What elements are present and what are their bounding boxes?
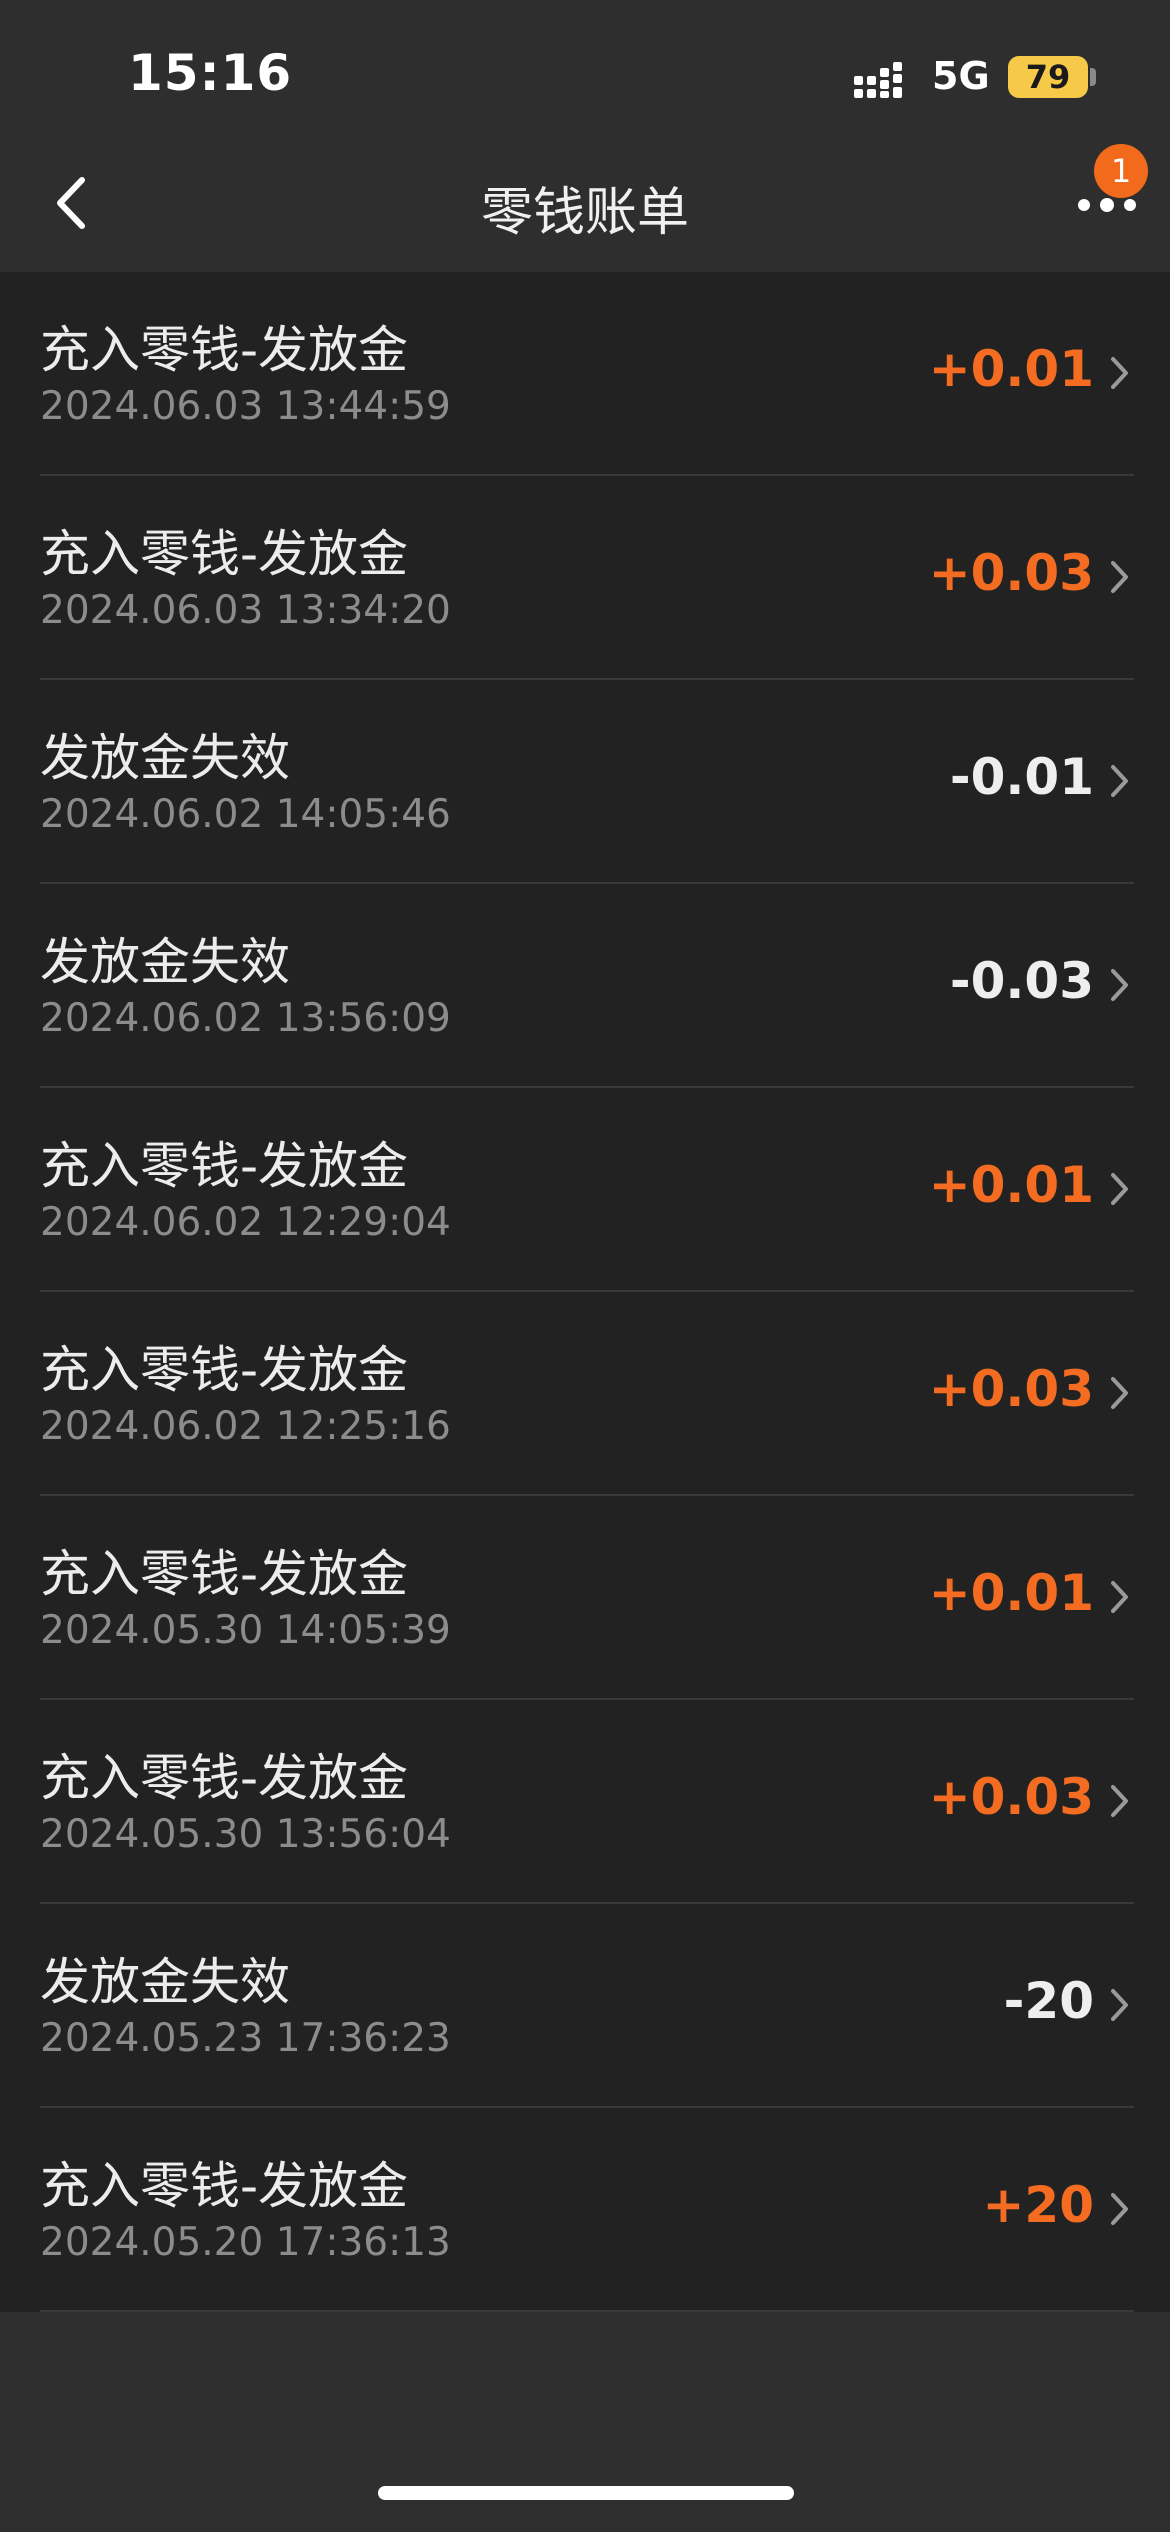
chevron-right-icon bbox=[1104, 1164, 1134, 1214]
transaction-title: 充入零钱-发放金 bbox=[40, 1341, 409, 1399]
list-item[interactable]: 发放金失效 2024.06.02 14:05:46 -0.01 bbox=[40, 680, 1134, 884]
transaction-title: 充入零钱-发放金 bbox=[40, 1545, 409, 1603]
battery-level: 79 bbox=[1008, 56, 1088, 98]
list-item[interactable]: 发放金失效 2024.05.23 17:36:23 -20 bbox=[40, 1904, 1134, 2108]
transaction-time: 2024.06.02 13:56:09 bbox=[40, 996, 451, 1041]
more-dots-icon bbox=[1078, 198, 1136, 212]
status-time: 15:16 bbox=[128, 44, 293, 102]
chevron-right-icon bbox=[1104, 2184, 1134, 2234]
chevron-right-icon bbox=[1104, 348, 1134, 398]
transaction-time: 2024.06.02 12:29:04 bbox=[40, 1200, 451, 1245]
transaction-time: 2024.06.02 12:25:16 bbox=[40, 1404, 451, 1449]
chevron-right-icon bbox=[1104, 1776, 1134, 1826]
transaction-title: 充入零钱-发放金 bbox=[40, 1137, 409, 1195]
transaction-time: 2024.06.03 13:44:59 bbox=[40, 384, 451, 429]
transaction-amount: +0.01 bbox=[928, 1156, 1094, 1214]
transaction-title: 发放金失效 bbox=[40, 729, 290, 787]
transaction-amount: -0.03 bbox=[949, 952, 1094, 1010]
transaction-time: 2024.05.20 17:36:13 bbox=[40, 2220, 451, 2265]
transaction-title: 发放金失效 bbox=[40, 1953, 290, 2011]
transaction-time: 2024.05.30 14:05:39 bbox=[40, 1608, 451, 1653]
chevron-right-icon bbox=[1104, 1980, 1134, 2030]
list-item[interactable]: 充入零钱-发放金 2024.06.03 13:34:20 +0.03 bbox=[40, 476, 1134, 680]
chevron-right-icon bbox=[1104, 552, 1134, 602]
transaction-amount: +20 bbox=[982, 2176, 1094, 2234]
transaction-amount: -20 bbox=[1003, 1972, 1094, 2030]
network-label: 5G bbox=[932, 54, 990, 98]
transaction-time: 2024.05.23 17:36:23 bbox=[40, 2016, 451, 2061]
list-item[interactable]: 充入零钱-发放金 2024.05.30 14:05:39 +0.01 bbox=[40, 1496, 1134, 1700]
transaction-title: 发放金失效 bbox=[40, 933, 290, 991]
transaction-list: 充入零钱-发放金 2024.06.03 13:44:59 +0.01 充入零钱-… bbox=[0, 272, 1170, 2312]
transaction-title: 充入零钱-发放金 bbox=[40, 321, 409, 379]
list-item[interactable]: 充入零钱-发放金 2024.06.03 13:44:59 +0.01 bbox=[40, 272, 1134, 476]
transaction-amount: +0.03 bbox=[928, 1768, 1094, 1826]
signal-bars-icon bbox=[854, 62, 902, 98]
chevron-right-icon bbox=[1104, 756, 1134, 806]
chevron-right-icon bbox=[1104, 1368, 1134, 1418]
chevron-right-icon bbox=[1104, 960, 1134, 1010]
transaction-amount: +0.01 bbox=[928, 340, 1094, 398]
transaction-amount: -0.01 bbox=[949, 748, 1094, 806]
list-item[interactable]: 充入零钱-发放金 2024.05.20 17:36:13 +20 bbox=[40, 2108, 1134, 2312]
list-item[interactable]: 充入零钱-发放金 2024.06.02 12:25:16 +0.03 bbox=[40, 1292, 1134, 1496]
transaction-amount: +0.03 bbox=[928, 544, 1094, 602]
transaction-time: 2024.06.03 13:34:20 bbox=[40, 588, 451, 633]
list-item[interactable]: 充入零钱-发放金 2024.05.30 13:56:04 +0.03 bbox=[40, 1700, 1134, 1904]
nav-bar: 零钱账单 1 bbox=[0, 140, 1170, 272]
transaction-amount: +0.01 bbox=[928, 1564, 1094, 1622]
transaction-time: 2024.06.02 14:05:46 bbox=[40, 792, 451, 837]
transaction-time: 2024.05.30 13:56:04 bbox=[40, 1812, 451, 1857]
transaction-title: 充入零钱-发放金 bbox=[40, 525, 409, 583]
status-bar: 15:16 5G 79 bbox=[0, 0, 1170, 140]
list-item[interactable]: 充入零钱-发放金 2024.06.02 12:29:04 +0.01 bbox=[40, 1088, 1134, 1292]
notification-badge: 1 bbox=[1094, 144, 1148, 198]
transaction-title: 充入零钱-发放金 bbox=[40, 2157, 409, 2215]
list-item[interactable]: 发放金失效 2024.06.02 13:56:09 -0.03 bbox=[40, 884, 1134, 1088]
battery-cap bbox=[1090, 68, 1096, 86]
transaction-amount: +0.03 bbox=[928, 1360, 1094, 1418]
chevron-right-icon bbox=[1104, 1572, 1134, 1622]
page-title: 零钱账单 bbox=[480, 183, 689, 243]
home-indicator[interactable] bbox=[378, 2486, 794, 2500]
transaction-title: 充入零钱-发放金 bbox=[40, 1749, 409, 1807]
